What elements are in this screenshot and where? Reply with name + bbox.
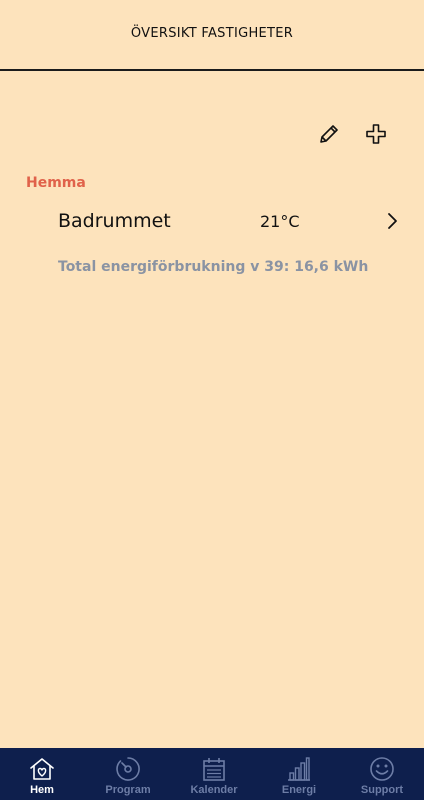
bottom-tab-bar: Hem Program Kalender Energi Support [0, 748, 424, 800]
top-header: ÖVERSIKT FASTIGHETER [0, 0, 424, 71]
calendar-icon [203, 758, 225, 781]
home-heart-icon [30, 758, 54, 780]
add-property-button[interactable] [363, 121, 389, 147]
energy-summary: Total energiförbrukning v 39: 16,6 kWh [58, 259, 369, 275]
chevron-right-icon [388, 213, 397, 229]
plus-icon [366, 124, 386, 144]
property-group-label: Hemma [26, 175, 86, 191]
room-name: Badrummet [58, 210, 171, 232]
room-row-badrummet[interactable]: Badrummet 21°C [0, 203, 424, 241]
smiley-icon [370, 757, 394, 781]
tab-label: Energi [281, 784, 317, 796]
edit-button[interactable] [316, 121, 342, 147]
tab-label: Kalender [190, 784, 238, 796]
room-temperature: 21°C [260, 212, 300, 231]
tab-label: Hem [30, 784, 54, 796]
tab-program[interactable]: Program [86, 748, 170, 800]
tab-kalender[interactable]: Kalender [172, 748, 256, 800]
tab-label: Program [105, 784, 151, 796]
tab-energi[interactable]: Energi [257, 748, 341, 800]
page-title: ÖVERSIKT FASTIGHETER [130, 26, 294, 41]
tab-label: Support [360, 784, 404, 796]
tab-support[interactable]: Support [340, 748, 424, 800]
dial-icon [116, 757, 140, 781]
tab-hem[interactable]: Hem [0, 748, 84, 800]
bar-chart-icon [288, 757, 310, 781]
pencil-icon [320, 125, 338, 143]
